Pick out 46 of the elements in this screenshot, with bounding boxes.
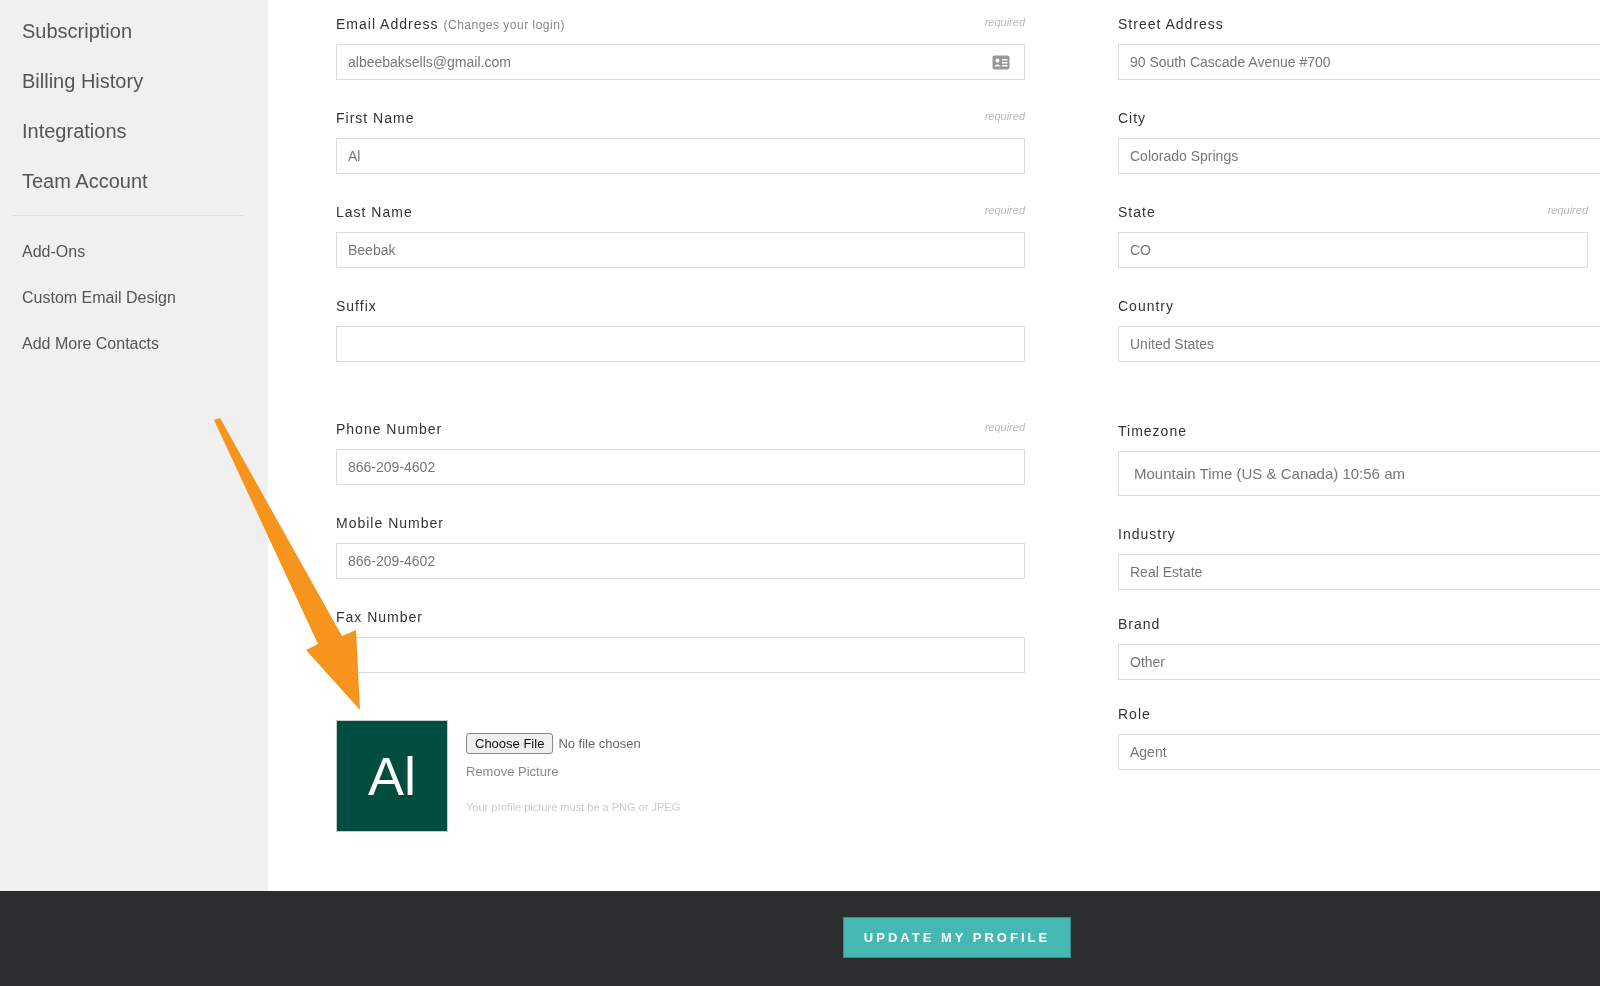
input-field[interactable]: 866-209-4602 [337, 450, 1024, 484]
input-field[interactable]: United States [1119, 327, 1600, 361]
avatar-initials: Al [336, 720, 448, 832]
sidebar-item[interactable]: Subscription [22, 19, 133, 43]
required-note: required [1547, 204, 1588, 216]
required-note: required [984, 16, 1025, 28]
field-label: Country [1118, 298, 1175, 314]
field-label: City [1118, 110, 1147, 126]
choose-file-button[interactable]: Choose File [466, 733, 554, 754]
field-label: Role [1118, 706, 1151, 722]
field-label: Mobile Number [336, 515, 444, 531]
required-note: required [984, 421, 1025, 433]
field-label: Phone Number [336, 421, 443, 437]
input-field[interactable]: Real Estate [1119, 555, 1600, 589]
sidebar-item[interactable]: Integrations [22, 119, 127, 143]
field-label: Fax Number [336, 609, 424, 625]
file-status: No file chosen [558, 736, 641, 751]
field-label: Email Address [336, 16, 439, 32]
field-label: Brand [1118, 616, 1161, 632]
field-label: Street Address [1118, 16, 1224, 32]
field-label: Last Name [336, 204, 413, 220]
field-label: State [1118, 204, 1156, 220]
input-field[interactable]: Agent [1119, 735, 1600, 769]
input-field[interactable]: CO [1119, 233, 1587, 267]
required-note: required [984, 110, 1025, 122]
input-field[interactable]: Al [337, 139, 1024, 173]
contact-card-icon[interactable] [992, 54, 1010, 70]
input-field[interactable]: 90 South Cascade Avenue #700 [1119, 45, 1600, 79]
remove-picture-link[interactable]: Remove Picture [466, 764, 559, 779]
sidebar-item[interactable]: Team Account [22, 169, 148, 193]
field-label: Suffix [336, 298, 377, 314]
field-label: Timezone [1118, 423, 1187, 439]
input-field[interactable]: Mountain Time (US & Canada) 10:56 am [1119, 452, 1600, 495]
field-label: First Name [336, 110, 415, 126]
sidebar-item[interactable]: Billing History [22, 69, 144, 93]
input-field[interactable]: Beebak [337, 233, 1024, 267]
update-profile-button[interactable]: UPDATE MY PROFILE [842, 917, 1072, 958]
input-field[interactable]: Other [1119, 645, 1600, 679]
sidebar-item[interactable]: Custom Email Design [22, 288, 176, 308]
input-field[interactable]: Colorado Springs [1119, 139, 1600, 173]
required-note: required [984, 204, 1025, 216]
input-field[interactable]: 866-209-4602 [337, 544, 1024, 578]
sidebar-item[interactable]: Add-Ons [22, 242, 86, 262]
field-label: Industry [1118, 526, 1176, 542]
sidebar-item[interactable]: Add More Contacts [22, 334, 159, 354]
field-hint: (Changes your login) [443, 18, 565, 32]
